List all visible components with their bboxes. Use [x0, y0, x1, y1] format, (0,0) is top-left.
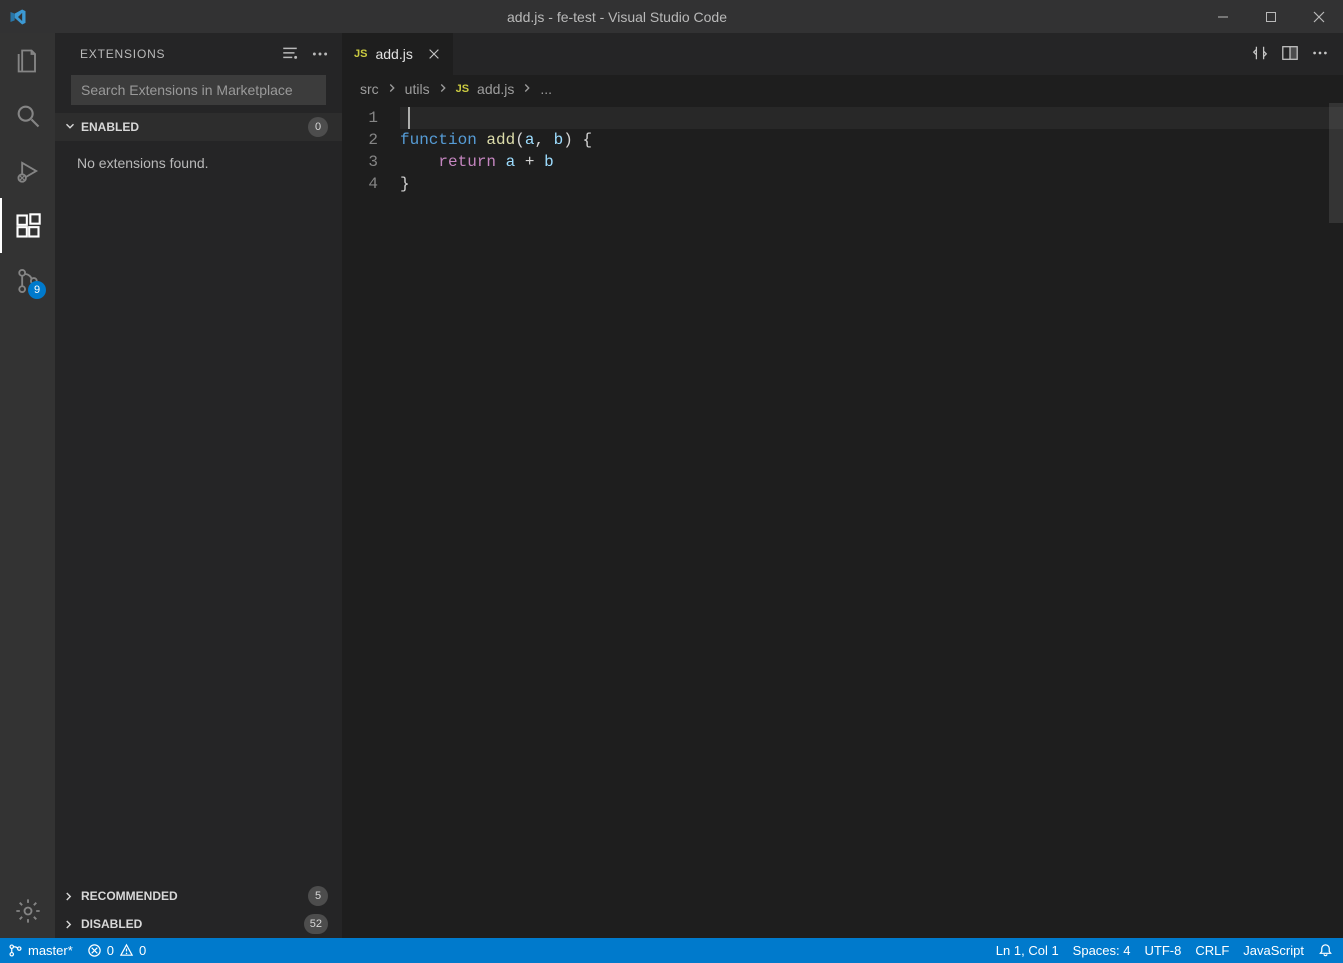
sidebar-title: EXTENSIONS	[80, 47, 165, 61]
editor-area: JS add.js src utils JS add.js ...	[342, 33, 1343, 938]
filter-icon[interactable]	[280, 44, 300, 64]
section-enabled-label: ENABLED	[81, 120, 139, 134]
js-icon: JS	[456, 83, 469, 95]
section-disabled-count: 52	[304, 914, 328, 934]
error-icon	[87, 943, 102, 958]
text-cursor	[408, 107, 410, 129]
close-icon[interactable]	[427, 47, 441, 61]
extensions-search-input[interactable]	[71, 75, 326, 105]
sidebar-extensions: EXTENSIONS ENABLED 0 No extensions found…	[55, 33, 342, 938]
section-enabled[interactable]: ENABLED 0	[55, 113, 342, 141]
app-icon	[0, 0, 35, 33]
window-title: add.js - fe-test - Visual Studio Code	[35, 9, 1199, 25]
activity-debug[interactable]	[0, 143, 55, 198]
status-branch[interactable]: master*	[8, 943, 73, 958]
maximize-button[interactable]	[1247, 0, 1295, 33]
compare-icon[interactable]	[1251, 44, 1269, 65]
js-icon: JS	[354, 48, 367, 60]
extensions-empty-text: No extensions found.	[55, 141, 342, 185]
status-indentation[interactable]: Spaces: 4	[1073, 943, 1131, 958]
section-recommended-label: RECOMMENDED	[81, 889, 178, 903]
breadcrumb[interactable]: src utils JS add.js ...	[342, 75, 1343, 103]
activity-scm[interactable]: 9	[0, 253, 55, 308]
section-recommended[interactable]: RECOMMENDED 5	[55, 882, 342, 910]
code-editor[interactable]: 1 2 3 4 function add(a, b) { return a + …	[342, 103, 1343, 938]
chevron-right-icon	[62, 917, 79, 931]
editor-scrollbar[interactable]	[1329, 103, 1343, 938]
more-icon[interactable]	[1311, 44, 1329, 65]
status-encoding[interactable]: UTF-8	[1145, 943, 1182, 958]
status-feedback[interactable]	[1318, 943, 1333, 958]
status-problems[interactable]: 0 0	[87, 943, 146, 958]
bell-icon	[1318, 943, 1333, 958]
window-controls	[1199, 0, 1343, 33]
split-editor-icon[interactable]	[1281, 44, 1299, 65]
section-disabled-label: DISABLED	[81, 917, 142, 931]
chevron-right-icon	[62, 889, 79, 903]
activity-search[interactable]	[0, 88, 55, 143]
chevron-right-icon	[520, 81, 534, 98]
status-eol[interactable]: CRLF	[1195, 943, 1229, 958]
chevron-right-icon	[436, 81, 450, 98]
breadcrumb-seg[interactable]: add.js	[477, 81, 514, 97]
breadcrumb-seg[interactable]: utils	[405, 81, 430, 97]
activity-extensions[interactable]	[0, 198, 55, 253]
status-bar: master* 0 0 Ln 1, Col 1 Spaces: 4 UTF-8 …	[0, 938, 1343, 963]
tab-filename: add.js	[375, 46, 412, 62]
scm-badge: 9	[28, 281, 46, 299]
code-lines[interactable]: function add(a, b) { return a + b }	[400, 107, 1343, 938]
activity-explorer[interactable]	[0, 33, 55, 88]
chevron-right-icon	[385, 81, 399, 98]
chevron-down-icon	[63, 119, 77, 136]
more-icon[interactable]	[310, 44, 330, 64]
status-language[interactable]: JavaScript	[1243, 943, 1304, 958]
minimize-button[interactable]	[1199, 0, 1247, 33]
activity-bar: 9	[0, 33, 55, 938]
line-number-gutter: 1 2 3 4	[342, 107, 400, 938]
warning-icon	[119, 943, 134, 958]
status-cursor-position[interactable]: Ln 1, Col 1	[996, 943, 1059, 958]
breadcrumb-seg[interactable]: ...	[540, 81, 552, 97]
activity-settings[interactable]	[0, 883, 55, 938]
breadcrumb-seg[interactable]: src	[360, 81, 379, 97]
title-bar: add.js - fe-test - Visual Studio Code	[0, 0, 1343, 33]
tab-add-js[interactable]: JS add.js	[342, 33, 454, 75]
section-disabled[interactable]: DISABLED 52	[55, 910, 342, 938]
section-recommended-count: 5	[308, 886, 328, 906]
close-button[interactable]	[1295, 0, 1343, 33]
section-enabled-count: 0	[308, 117, 328, 137]
